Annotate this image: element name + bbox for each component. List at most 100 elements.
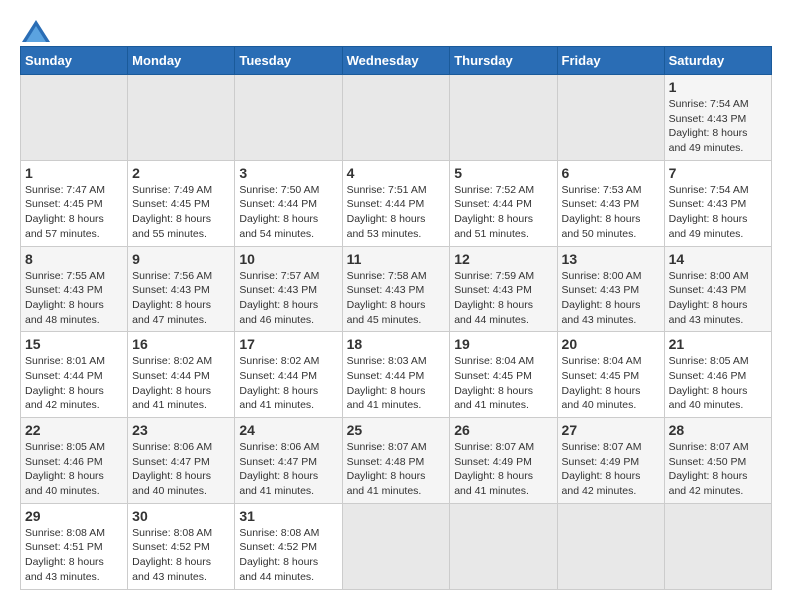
- calendar-cell: [450, 503, 557, 589]
- day-info: Sunrise: 8:05 AMSunset: 4:46 PMDaylight:…: [25, 440, 123, 499]
- day-info: Sunrise: 8:07 AMSunset: 4:50 PMDaylight:…: [669, 440, 767, 499]
- calendar-cell: 13 Sunrise: 8:00 AMSunset: 4:43 PMDayligh…: [557, 246, 664, 332]
- calendar-cell: 1Sunrise: 7:54 AMSunset: 4:43 PMDaylight…: [664, 75, 771, 161]
- day-info: Sunrise: 8:00 AMSunset: 4:43 PMDaylight:…: [669, 269, 767, 328]
- calendar-cell: 2 Sunrise: 7:49 AMSunset: 4:45 PMDaylight…: [128, 160, 235, 246]
- day-number: 19: [454, 336, 552, 352]
- calendar-cell: 9 Sunrise: 7:56 AMSunset: 4:43 PMDaylight…: [128, 246, 235, 332]
- day-number: 2: [132, 165, 230, 181]
- day-info: Sunrise: 7:53 AMSunset: 4:43 PMDaylight:…: [562, 183, 660, 242]
- calendar-cell: 7 Sunrise: 7:54 AMSunset: 4:43 PMDaylight…: [664, 160, 771, 246]
- calendar-cell: [557, 503, 664, 589]
- day-number: 6: [562, 165, 660, 181]
- calendar-table: SundayMondayTuesdayWednesdayThursdayFrid…: [20, 46, 772, 590]
- col-header-wednesday: Wednesday: [342, 47, 450, 75]
- day-info: Sunrise: 8:07 AMSunset: 4:49 PMDaylight:…: [454, 440, 552, 499]
- day-number: 9: [132, 251, 230, 267]
- calendar-cell: 14Sunrise: 8:00 AMSunset: 4:43 PMDayligh…: [664, 246, 771, 332]
- day-number: 31: [239, 508, 337, 524]
- day-info: Sunrise: 8:08 AMSunset: 4:52 PMDaylight:…: [132, 526, 230, 585]
- day-number: 12: [454, 251, 552, 267]
- calendar-cell: 20 Sunrise: 8:04 AMSunset: 4:45 PMDayligh…: [557, 332, 664, 418]
- day-number: 22: [25, 422, 123, 438]
- calendar-cell: 27 Sunrise: 8:07 AMSunset: 4:49 PMDayligh…: [557, 418, 664, 504]
- day-info: Sunrise: 7:54 AMSunset: 4:43 PMDaylight:…: [669, 183, 767, 242]
- day-number: 20: [562, 336, 660, 352]
- day-info: Sunrise: 8:04 AMSunset: 4:45 PMDaylight:…: [454, 354, 552, 413]
- calendar-cell: 16 Sunrise: 8:02 AMSunset: 4:44 PMDayligh…: [128, 332, 235, 418]
- week-row-5: 22 Sunrise: 8:05 AMSunset: 4:46 PMDayligh…: [21, 418, 772, 504]
- calendar-cell: 25Sunrise: 8:07 AMSunset: 4:48 PMDayligh…: [342, 418, 450, 504]
- logo-icon: [22, 20, 50, 42]
- col-header-saturday: Saturday: [664, 47, 771, 75]
- calendar-cell: 18Sunrise: 8:03 AMSunset: 4:44 PMDayligh…: [342, 332, 450, 418]
- day-number: 5: [454, 165, 552, 181]
- day-info: Sunrise: 8:06 AMSunset: 4:47 PMDaylight:…: [132, 440, 230, 499]
- calendar-cell: [664, 503, 771, 589]
- day-number: 7: [669, 165, 767, 181]
- day-number: 1: [25, 165, 123, 181]
- calendar-cell: [128, 75, 235, 161]
- calendar-cell: [450, 75, 557, 161]
- day-number: 4: [347, 165, 446, 181]
- day-number: 29: [25, 508, 123, 524]
- day-number: 21: [669, 336, 767, 352]
- day-number: 25: [347, 422, 446, 438]
- calendar-cell: 24 Sunrise: 8:06 AMSunset: 4:47 PMDayligh…: [235, 418, 342, 504]
- calendar-cell: 6 Sunrise: 7:53 AMSunset: 4:43 PMDaylight…: [557, 160, 664, 246]
- day-number: 1: [669, 79, 767, 95]
- day-info: Sunrise: 7:59 AMSunset: 4:43 PMDaylight:…: [454, 269, 552, 328]
- day-number: 27: [562, 422, 660, 438]
- day-info: Sunrise: 7:52 AMSunset: 4:44 PMDaylight:…: [454, 183, 552, 242]
- calendar-cell: 22 Sunrise: 8:05 AMSunset: 4:46 PMDayligh…: [21, 418, 128, 504]
- day-info: Sunrise: 8:02 AMSunset: 4:44 PMDaylight:…: [132, 354, 230, 413]
- calendar-cell: 26 Sunrise: 8:07 AMSunset: 4:49 PMDayligh…: [450, 418, 557, 504]
- week-row-4: 15Sunrise: 8:01 AMSunset: 4:44 PMDayligh…: [21, 332, 772, 418]
- calendar-cell: 12 Sunrise: 7:59 AMSunset: 4:43 PMDayligh…: [450, 246, 557, 332]
- day-info: Sunrise: 7:56 AMSunset: 4:43 PMDaylight:…: [132, 269, 230, 328]
- day-number: 8: [25, 251, 123, 267]
- calendar-cell: 5 Sunrise: 7:52 AMSunset: 4:44 PMDaylight…: [450, 160, 557, 246]
- col-header-monday: Monday: [128, 47, 235, 75]
- day-number: 23: [132, 422, 230, 438]
- day-info: Sunrise: 7:57 AMSunset: 4:43 PMDaylight:…: [239, 269, 337, 328]
- col-header-sunday: Sunday: [21, 47, 128, 75]
- calendar-cell: [21, 75, 128, 161]
- day-number: 17: [239, 336, 337, 352]
- col-header-friday: Friday: [557, 47, 664, 75]
- calendar-cell: 19 Sunrise: 8:04 AMSunset: 4:45 PMDayligh…: [450, 332, 557, 418]
- day-number: 16: [132, 336, 230, 352]
- calendar-cell: [342, 75, 450, 161]
- day-number: 26: [454, 422, 552, 438]
- day-number: 13: [562, 251, 660, 267]
- calendar-cell: 1 Sunrise: 7:47 AMSunset: 4:45 PMDaylight…: [21, 160, 128, 246]
- day-info: Sunrise: 8:06 AMSunset: 4:47 PMDaylight:…: [239, 440, 337, 499]
- day-number: 3: [239, 165, 337, 181]
- day-info: Sunrise: 7:58 AMSunset: 4:43 PMDaylight:…: [347, 269, 446, 328]
- week-row-6: 29 Sunrise: 8:08 AMSunset: 4:51 PMDayligh…: [21, 503, 772, 589]
- calendar-cell: 31 Sunrise: 8:08 AMSunset: 4:52 PMDayligh…: [235, 503, 342, 589]
- day-info: Sunrise: 8:08 AMSunset: 4:51 PMDaylight:…: [25, 526, 123, 585]
- day-number: 28: [669, 422, 767, 438]
- calendar-cell: 17Sunrise: 8:02 AMSunset: 4:44 PMDayligh…: [235, 332, 342, 418]
- calendar-cell: 10Sunrise: 7:57 AMSunset: 4:43 PMDayligh…: [235, 246, 342, 332]
- calendar-cell: 30Sunrise: 8:08 AMSunset: 4:52 PMDayligh…: [128, 503, 235, 589]
- day-info: Sunrise: 7:49 AMSunset: 4:45 PMDaylight:…: [132, 183, 230, 242]
- header: [20, 20, 772, 36]
- logo: [20, 20, 50, 36]
- day-info: Sunrise: 8:08 AMSunset: 4:52 PMDaylight:…: [239, 526, 337, 585]
- calendar-cell: 28 Sunrise: 8:07 AMSunset: 4:50 PMDayligh…: [664, 418, 771, 504]
- week-row-1: 1Sunrise: 7:54 AMSunset: 4:43 PMDaylight…: [21, 75, 772, 161]
- calendar-cell: 29 Sunrise: 8:08 AMSunset: 4:51 PMDayligh…: [21, 503, 128, 589]
- calendar-cell: 3Sunrise: 7:50 AMSunset: 4:44 PMDaylight…: [235, 160, 342, 246]
- day-info: Sunrise: 8:00 AMSunset: 4:43 PMDaylight:…: [562, 269, 660, 328]
- day-info: Sunrise: 8:05 AMSunset: 4:46 PMDaylight:…: [669, 354, 767, 413]
- day-info: Sunrise: 7:55 AMSunset: 4:43 PMDaylight:…: [25, 269, 123, 328]
- day-number: 24: [239, 422, 337, 438]
- day-info: Sunrise: 7:47 AMSunset: 4:45 PMDaylight:…: [25, 183, 123, 242]
- day-info: Sunrise: 8:07 AMSunset: 4:49 PMDaylight:…: [562, 440, 660, 499]
- day-info: Sunrise: 7:51 AMSunset: 4:44 PMDaylight:…: [347, 183, 446, 242]
- calendar-cell: [557, 75, 664, 161]
- day-info: Sunrise: 8:04 AMSunset: 4:45 PMDaylight:…: [562, 354, 660, 413]
- day-number: 18: [347, 336, 446, 352]
